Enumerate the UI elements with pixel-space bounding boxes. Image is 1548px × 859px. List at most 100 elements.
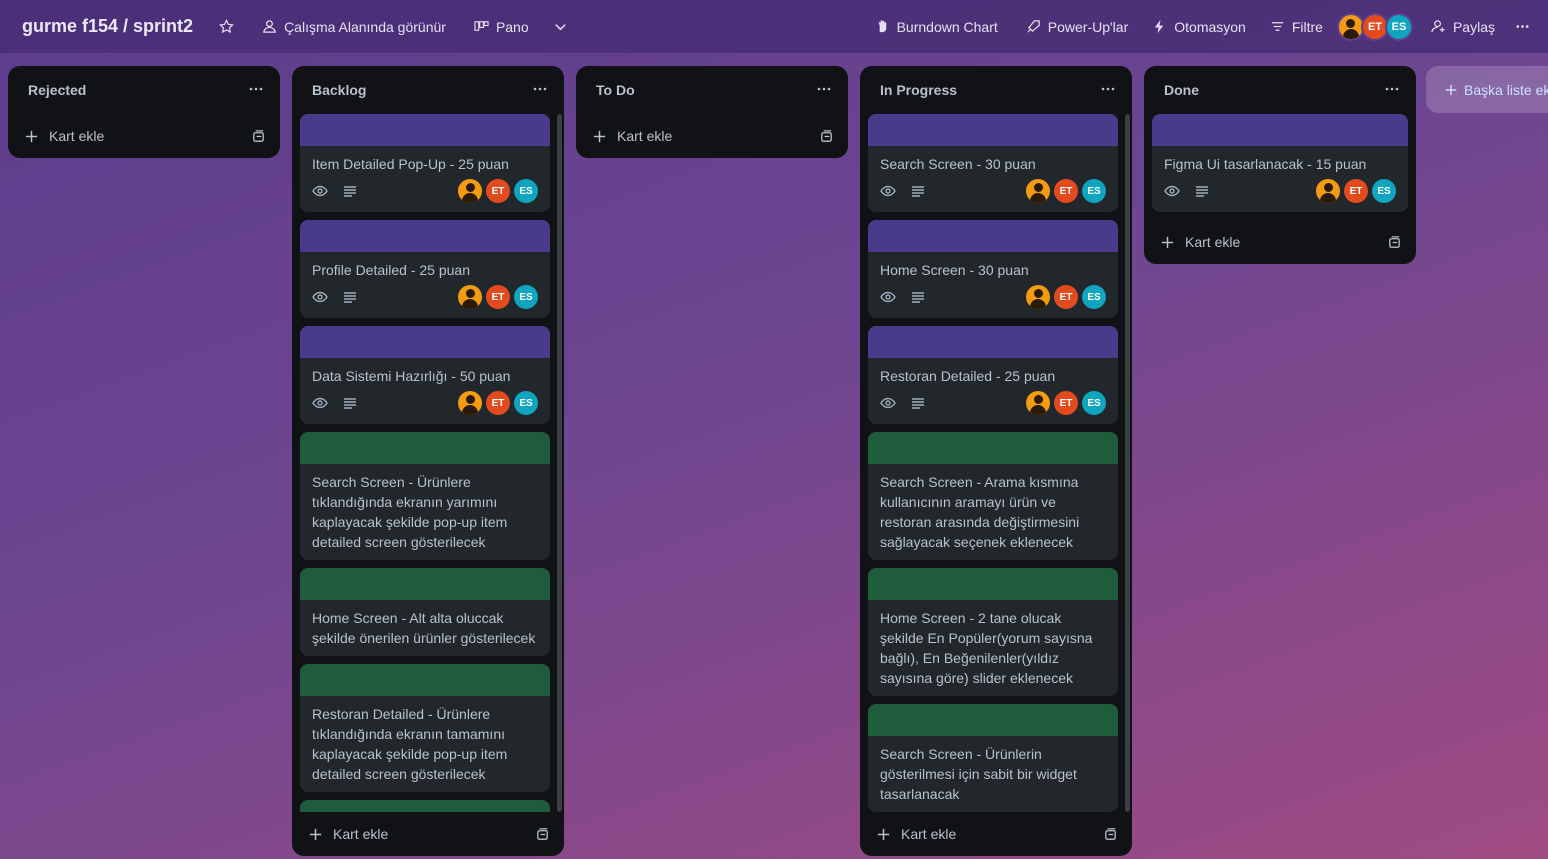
star-icon [219,19,235,34]
add-person-icon [1431,20,1445,33]
card[interactable]: Search Screen - Arama kısmına kullanıcın… [868,432,1118,560]
card-title: Restoran Detailed - 25 puan [880,368,1056,384]
member-avatar[interactable] [1316,179,1340,203]
list-menu-button[interactable] [1096,79,1120,102]
card[interactable]: Restoran Detailed - 25 puan ET ES [868,326,1118,424]
star-button[interactable] [211,13,242,40]
add-card-button[interactable]: Kart ekle [8,114,280,158]
member-avatar[interactable]: ET [1054,285,1078,309]
burndown-chart-button[interactable]: Burndown Chart [867,13,1006,41]
card[interactable]: Search Screen - Ürünlere tıklandığında e… [300,432,550,560]
list-title[interactable]: In Progress [880,82,957,98]
add-list-button[interactable]: Başka liste ekle [1426,66,1548,113]
card-members: ET ES [1026,391,1106,415]
visibility-button[interactable]: Çalışma Alanında görünür [254,13,454,41]
card[interactable]: Home Screen - Alt alta oluccak şekilde ö… [300,568,550,656]
card-list: Figma Ui tasarlanacak - 15 puan ET ES [1144,114,1416,220]
view-dropdown-button[interactable] [545,13,576,40]
list-menu-button[interactable] [244,79,268,102]
member-avatar[interactable] [1026,179,1050,203]
card[interactable]: Home Screen - 30 puan ET ES [868,220,1118,318]
card[interactable]: Data Sistemi Hazırlığı - 50 puan ET ES [300,326,550,424]
member-avatar[interactable]: ET [1054,391,1078,415]
card-members: ET ES [458,391,538,415]
member-avatar[interactable]: ES [514,179,538,203]
card[interactable]: Profile Detailed - 25 puan ET ES [300,220,550,318]
member-avatar[interactable]: ES [1082,391,1106,415]
card-title: Search Screen - Ürünlerin gösterilmesi i… [880,746,1077,802]
chevron-down-icon [554,24,566,31]
list-menu-button[interactable] [528,79,552,102]
add-card-button[interactable]: Kart ekle [292,812,564,856]
powerups-button[interactable]: Power-Up'lar [1018,13,1136,41]
member-avatar[interactable]: ES [1372,179,1396,203]
eye-icon [1164,185,1180,197]
board-members[interactable]: ET ES [1336,12,1413,41]
card[interactable]: Restoran Detailed - Ürünlere tıklandığın… [300,664,550,792]
member-avatar[interactable]: ET [486,285,510,309]
member-avatar[interactable] [458,179,482,203]
card-title: Search Screen - Arama kısmına kullanıcın… [880,474,1080,550]
card-list: Search Screen - 30 puan ET ES Home Screen -… [860,114,1132,812]
card[interactable]: Figma Ui tasarlanacak - 15 puan ET ES [1152,114,1408,212]
share-button[interactable]: Paylaş [1423,13,1503,41]
member-avatar[interactable]: ET [1344,179,1368,203]
card[interactable]: Search Screen - Ürünlerin gösterilmesi i… [868,704,1118,812]
description-icon [1196,186,1208,197]
list-title[interactable]: Done [1164,82,1199,98]
automation-button[interactable]: Otomasyon [1144,13,1254,41]
member-avatar[interactable]: ES [514,391,538,415]
member-avatar[interactable]: ET [486,179,510,203]
member-avatar[interactable] [458,391,482,415]
member-avatar[interactable]: ES [514,285,538,309]
card[interactable]: Search Screen - 30 puan ET ES [868,114,1118,212]
list-backlog: Backlog Item Detailed Pop-Up - 25 puan ET E… [292,66,564,856]
list-to-do: To Do Kart ekle [576,66,848,158]
list-title[interactable]: Rejected [28,82,86,98]
board-title[interactable]: gurme f154 / sprint2 [22,16,193,37]
member-avatar[interactable] [1026,285,1050,309]
template-icon[interactable] [1387,235,1402,250]
list-title[interactable]: To Do [596,82,635,98]
board-header: gurme f154 / sprint2 Çalışma Alanında gö… [0,0,1548,53]
list-title[interactable]: Backlog [312,82,366,98]
add-card-button[interactable]: Kart ekle [576,114,848,158]
member-avatar[interactable] [1026,391,1050,415]
member-avatar[interactable] [458,285,482,309]
list-menu-button[interactable] [812,79,836,102]
ellipsis-icon [1101,87,1115,90]
card-title: Home Screen - Alt alta oluccak şekilde ö… [312,610,536,646]
filter-button[interactable]: Filtre [1262,13,1331,41]
member-avatar[interactable]: ES [1384,12,1413,41]
member-avatar[interactable]: ES [1082,179,1106,203]
card-badges [312,395,358,411]
card[interactable]: Home Screen - 2 tane olucak şekilde En P… [868,568,1118,696]
member-avatar[interactable]: ES [1082,285,1106,309]
template-icon[interactable] [535,827,550,842]
card-badges [312,289,358,305]
list-menu-button[interactable] [1380,79,1404,102]
template-icon[interactable] [251,129,266,144]
eye-icon [312,397,328,409]
add-card-button[interactable]: Kart ekle [1144,220,1416,264]
card-title: Search Screen - 30 puan [880,156,1036,172]
card-title: Profile Detailed - 25 puan [312,262,470,278]
plus-icon [309,828,322,840]
description-icon [344,292,356,303]
list-scrollbar[interactable] [1125,114,1130,812]
template-icon[interactable] [819,129,834,144]
view-label: Pano [495,18,529,35]
list-scrollbar[interactable] [557,114,562,812]
view-switcher-button[interactable]: Pano [466,13,537,41]
ellipsis-icon [1516,25,1529,28]
card[interactable] [300,800,550,812]
card-title: Data Sistemi Hazırlığı - 50 puan [312,368,511,384]
more-menu-button[interactable] [1507,15,1538,38]
add-card-button[interactable]: Kart ekle [860,812,1132,856]
card-badges [880,395,926,411]
member-avatar[interactable]: ET [486,391,510,415]
description-icon [912,398,924,409]
card[interactable]: Item Detailed Pop-Up - 25 puan ET ES [300,114,550,212]
member-avatar[interactable]: ET [1054,179,1078,203]
template-icon[interactable] [1103,827,1118,842]
